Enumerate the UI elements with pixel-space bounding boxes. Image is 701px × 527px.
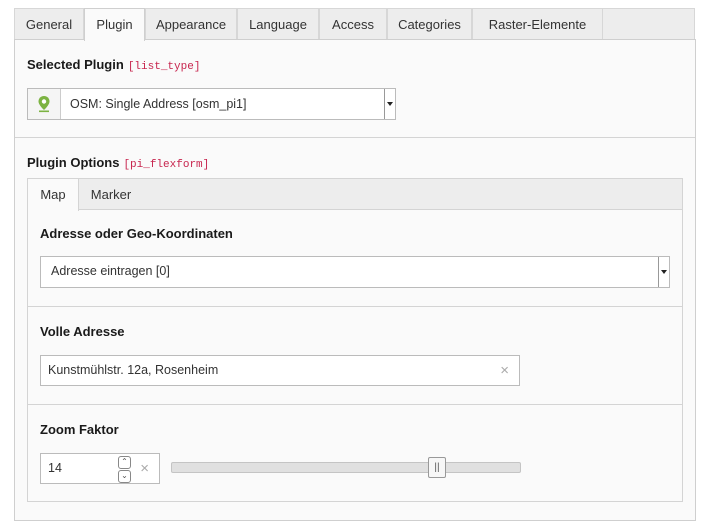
clear-icon[interactable]: × [500, 356, 509, 385]
field-divider [28, 306, 682, 307]
tab-bar-filler [603, 8, 695, 39]
zoom-slider-track[interactable] [171, 462, 521, 473]
zoom-value: 14 [48, 461, 62, 475]
zoom-label: Zoom Faktor [40, 422, 119, 437]
zoom-stepper[interactable]: ⌃ ⌄ [118, 456, 131, 483]
dropdown-arrow-icon [384, 89, 395, 119]
full-address-value: Kunstmühlstr. 12a, Rosenheim [48, 363, 219, 377]
tab-general[interactable]: General [14, 8, 84, 39]
plugin-select[interactable]: OSM: Single Address [osm_pi1] [27, 88, 396, 120]
field-divider [28, 404, 682, 405]
selected-plugin-code: [list_type] [127, 61, 201, 73]
dropdown-arrow-icon [658, 257, 669, 287]
tab-access[interactable]: Access [319, 8, 387, 39]
zoom-slider-handle[interactable]: || [428, 457, 446, 478]
map-pin-icon [28, 89, 61, 119]
full-address-label: Volle Adresse [40, 324, 125, 339]
chevron-down-icon[interactable]: ⌄ [118, 470, 131, 483]
tab-raster-elemente[interactable]: Raster-Elemente [472, 8, 603, 39]
tab-plugin[interactable]: Plugin [84, 8, 145, 41]
address-mode-value: Adresse eintragen [0] [51, 264, 170, 278]
tab-map[interactable]: Map [28, 179, 79, 211]
options-tab-bar: Map Marker [27, 178, 683, 211]
tab-categories[interactable]: Categories [387, 8, 472, 39]
plugin-options-heading: Plugin Options [pi_flexform] [27, 155, 209, 171]
address-mode-select[interactable]: Adresse eintragen [0] [40, 256, 670, 288]
selected-plugin-heading: Selected Plugin [list_type] [27, 57, 200, 73]
tab-language[interactable]: Language [237, 8, 319, 39]
plugin-options-label: Plugin Options [27, 155, 120, 170]
tab-marker[interactable]: Marker [78, 179, 144, 210]
address-mode-label: Adresse oder Geo-Koordinaten [40, 226, 233, 241]
full-address-input[interactable]: Kunstmühlstr. 12a, Rosenheim × [40, 355, 520, 386]
plugin-panel: Selected Plugin [list_type] OSM: Single A… [14, 39, 696, 521]
tab-appearance[interactable]: Appearance [145, 8, 237, 39]
section-divider [15, 137, 695, 138]
plugin-select-value: OSM: Single Address [osm_pi1] [70, 97, 247, 111]
selected-plugin-label: Selected Plugin [27, 57, 124, 72]
clear-icon[interactable]: × [140, 454, 149, 483]
top-tab-bar: General Plugin Appearance Language Acces… [14, 8, 695, 41]
chevron-up-icon[interactable]: ⌃ [118, 456, 131, 469]
map-options-panel: Adresse oder Geo-Koordinaten Adresse ein… [27, 209, 683, 502]
zoom-input[interactable]: 14 ⌃ ⌄ × [40, 453, 160, 484]
plugin-options-code: [pi_flexform] [123, 159, 210, 171]
